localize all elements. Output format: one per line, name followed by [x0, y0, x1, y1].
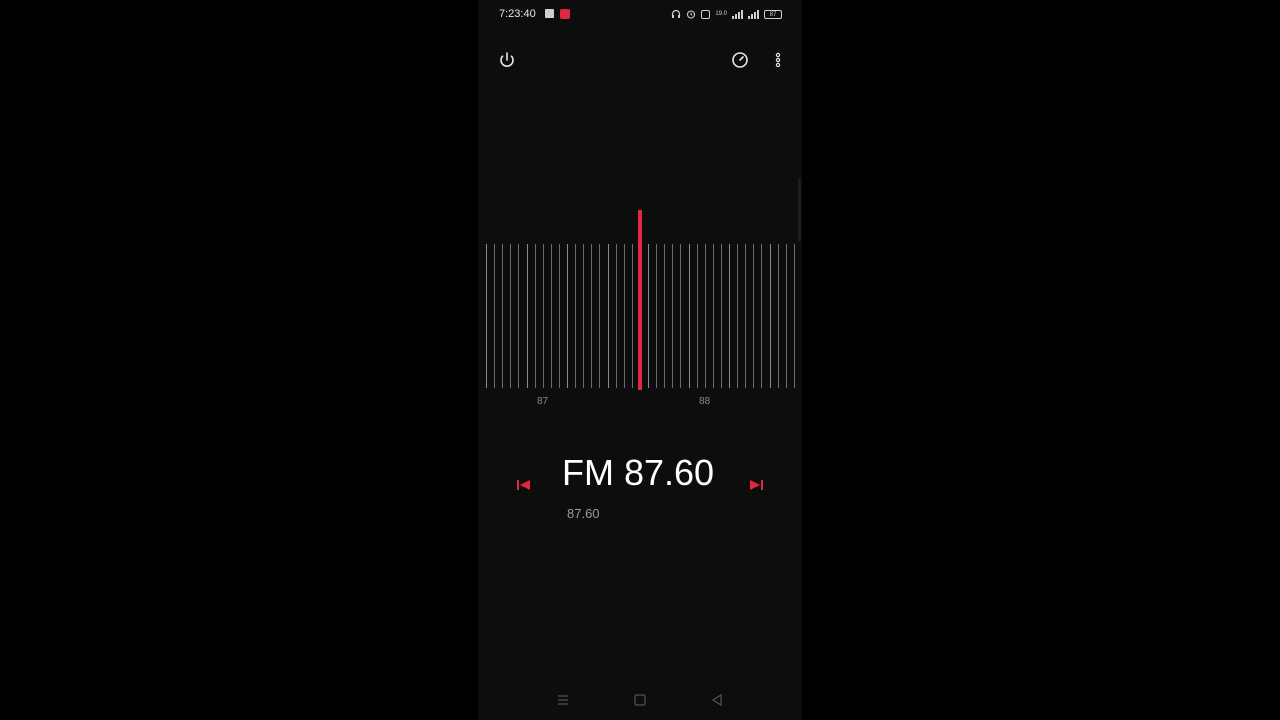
- dial-tick: [591, 244, 593, 388]
- station-frequency: FM 87.60: [562, 452, 715, 493]
- dial-tick: [745, 244, 747, 388]
- signal-icon: [732, 9, 743, 19]
- status-time: 7:23:40: [499, 8, 536, 20]
- dial-tick: [720, 244, 722, 388]
- frequency-subtext: 87.60: [567, 506, 600, 521]
- signal-icon-2: [748, 9, 759, 19]
- dial-label-87: 87: [537, 396, 549, 407]
- dial-tick: [567, 244, 568, 388]
- dial-tick: [550, 244, 552, 388]
- dial-tick: [793, 244, 795, 388]
- recent-apps-button[interactable]: [555, 692, 571, 708]
- power-icon: [500, 52, 514, 67]
- alarm-icon: [687, 10, 696, 19]
- dial-tick: [656, 244, 658, 388]
- dial-label-88: 88: [699, 396, 711, 407]
- status-icons: 19.0 87: [671, 7, 782, 21]
- dial-tick: [688, 244, 690, 388]
- more-options-button[interactable]: [766, 48, 790, 72]
- dial-tick: [542, 244, 544, 388]
- dial-tick: [494, 244, 496, 388]
- dial-tick: [518, 244, 520, 388]
- dial-tick: [785, 244, 787, 388]
- home-button[interactable]: [632, 692, 648, 708]
- dial-tick: [510, 244, 512, 388]
- dial-tick: [615, 244, 617, 388]
- dial-tick: [729, 244, 730, 388]
- dial-tick: [599, 244, 601, 388]
- dial-tick: [664, 244, 666, 388]
- dial-tick: [648, 244, 649, 388]
- home-icon: [634, 694, 646, 706]
- dial-tick: [526, 244, 528, 388]
- vibrate-icon: [701, 9, 711, 19]
- dial-tick: [680, 244, 682, 388]
- dial-tick: [631, 244, 633, 388]
- battery-icon: 87: [764, 9, 782, 19]
- seek-next-button[interactable]: [746, 477, 766, 493]
- dial-tick: [534, 244, 536, 388]
- navigation-bar: [478, 680, 802, 720]
- frequency-dial[interactable]: [486, 236, 802, 392]
- notification-app-icon: [545, 9, 554, 18]
- dial-tick: [607, 244, 609, 388]
- network-speed: 19.0: [715, 11, 727, 17]
- dial-tick: [753, 244, 755, 388]
- fm-radio-app: 7:23:40 19.0 87 87 88 FM 87.60 87.60: [478, 0, 802, 720]
- tuning-needle[interactable]: [638, 210, 642, 390]
- more-vertical-icon: [775, 52, 781, 68]
- dial-tick: [696, 244, 698, 388]
- dial-tick: [761, 244, 763, 388]
- dial-tick: [769, 244, 771, 388]
- dial-tick: [777, 244, 779, 388]
- sleep-timer-button[interactable]: [728, 48, 752, 72]
- dial-tick: [704, 244, 706, 388]
- back-button[interactable]: [709, 692, 725, 708]
- skip-next-icon: [750, 480, 763, 490]
- dial-tick: [672, 244, 674, 388]
- dial-tick: [575, 244, 577, 388]
- power-button[interactable]: [495, 48, 519, 72]
- dial-tick: [558, 244, 560, 388]
- screen-recorder-icon: [560, 9, 570, 19]
- menu-icon: [558, 695, 568, 705]
- dial-tick: [737, 244, 739, 388]
- headphones-icon: [672, 9, 681, 18]
- seek-previous-button[interactable]: [514, 477, 534, 493]
- dial-tick: [712, 244, 714, 388]
- status-bar: 7:23:40 19.0 87: [478, 0, 802, 28]
- back-icon: [711, 693, 722, 707]
- dial-tick: [583, 244, 585, 388]
- dial-tick: [623, 244, 625, 388]
- timer-icon: [732, 52, 748, 68]
- edge-scroll-handle[interactable]: [798, 178, 801, 242]
- dial-tick: [486, 244, 487, 388]
- dial-tick: [502, 244, 504, 388]
- skip-previous-icon: [517, 480, 530, 490]
